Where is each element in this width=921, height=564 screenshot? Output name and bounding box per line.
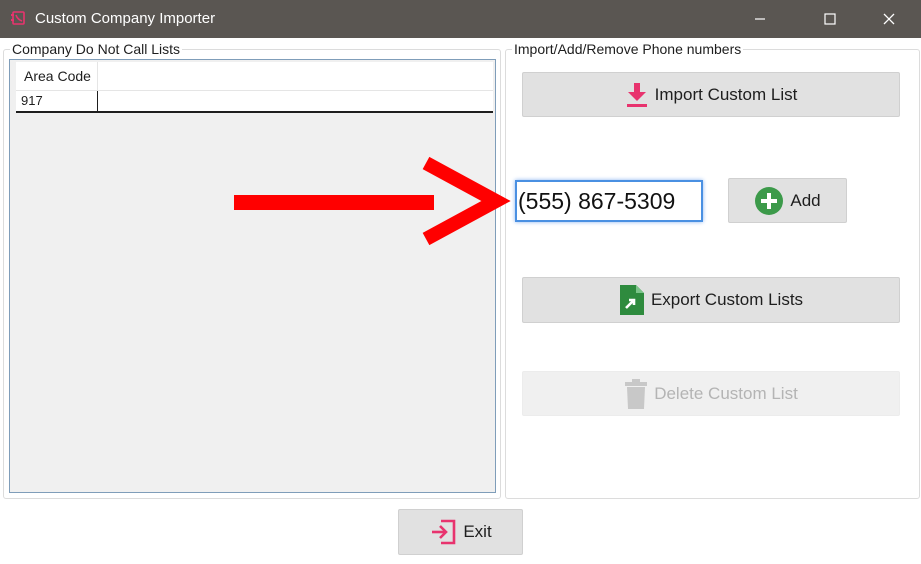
area-code-grid[interactable]: Area Code 917 xyxy=(9,59,496,493)
phone-book-icon xyxy=(11,10,27,26)
minimize-button[interactable] xyxy=(737,0,783,38)
close-button[interactable] xyxy=(866,0,912,38)
excel-file-icon xyxy=(619,284,645,316)
area-code-cell[interactable]: 917 xyxy=(16,91,98,111)
export-custom-lists-button[interactable]: Export Custom Lists xyxy=(522,277,900,323)
exit-label: Exit xyxy=(463,522,492,541)
company-dnc-group-label: Company Do Not Call Lists xyxy=(10,41,183,57)
add-button[interactable]: Add xyxy=(728,178,847,223)
phone-number-input[interactable] xyxy=(515,180,703,222)
phone-numbers-group-label: Import/Add/Remove Phone numbers xyxy=(512,41,744,57)
minimize-icon xyxy=(755,18,765,20)
window-title: Custom Company Importer xyxy=(35,10,216,27)
maximize-icon xyxy=(824,13,836,25)
window-content: Company Do Not Call Lists Area Code 917 … xyxy=(0,38,921,564)
import-custom-list-button[interactable]: Import Custom List xyxy=(522,72,900,117)
add-label: Add xyxy=(790,190,821,210)
grid-header: Area Code xyxy=(16,62,493,91)
table-row[interactable]: 917 xyxy=(16,91,493,113)
plus-circle-icon xyxy=(754,186,784,216)
trash-icon xyxy=(624,378,648,410)
exit-button[interactable]: Exit xyxy=(398,509,523,555)
exit-icon xyxy=(429,518,457,546)
export-custom-lists-label: Export Custom Lists xyxy=(650,290,804,309)
close-icon xyxy=(883,13,895,25)
download-icon xyxy=(625,82,649,108)
title-bar: Custom Company Importer xyxy=(0,0,921,38)
maximize-button[interactable] xyxy=(807,0,853,38)
delete-custom-list-button[interactable]: Delete Custom List xyxy=(522,371,900,416)
delete-custom-list-label: Delete Custom List xyxy=(654,383,798,403)
red-arrow-annotation xyxy=(234,156,511,246)
column-header-area-code[interactable]: Area Code xyxy=(16,62,98,90)
import-custom-list-label: Import Custom List xyxy=(654,84,798,104)
